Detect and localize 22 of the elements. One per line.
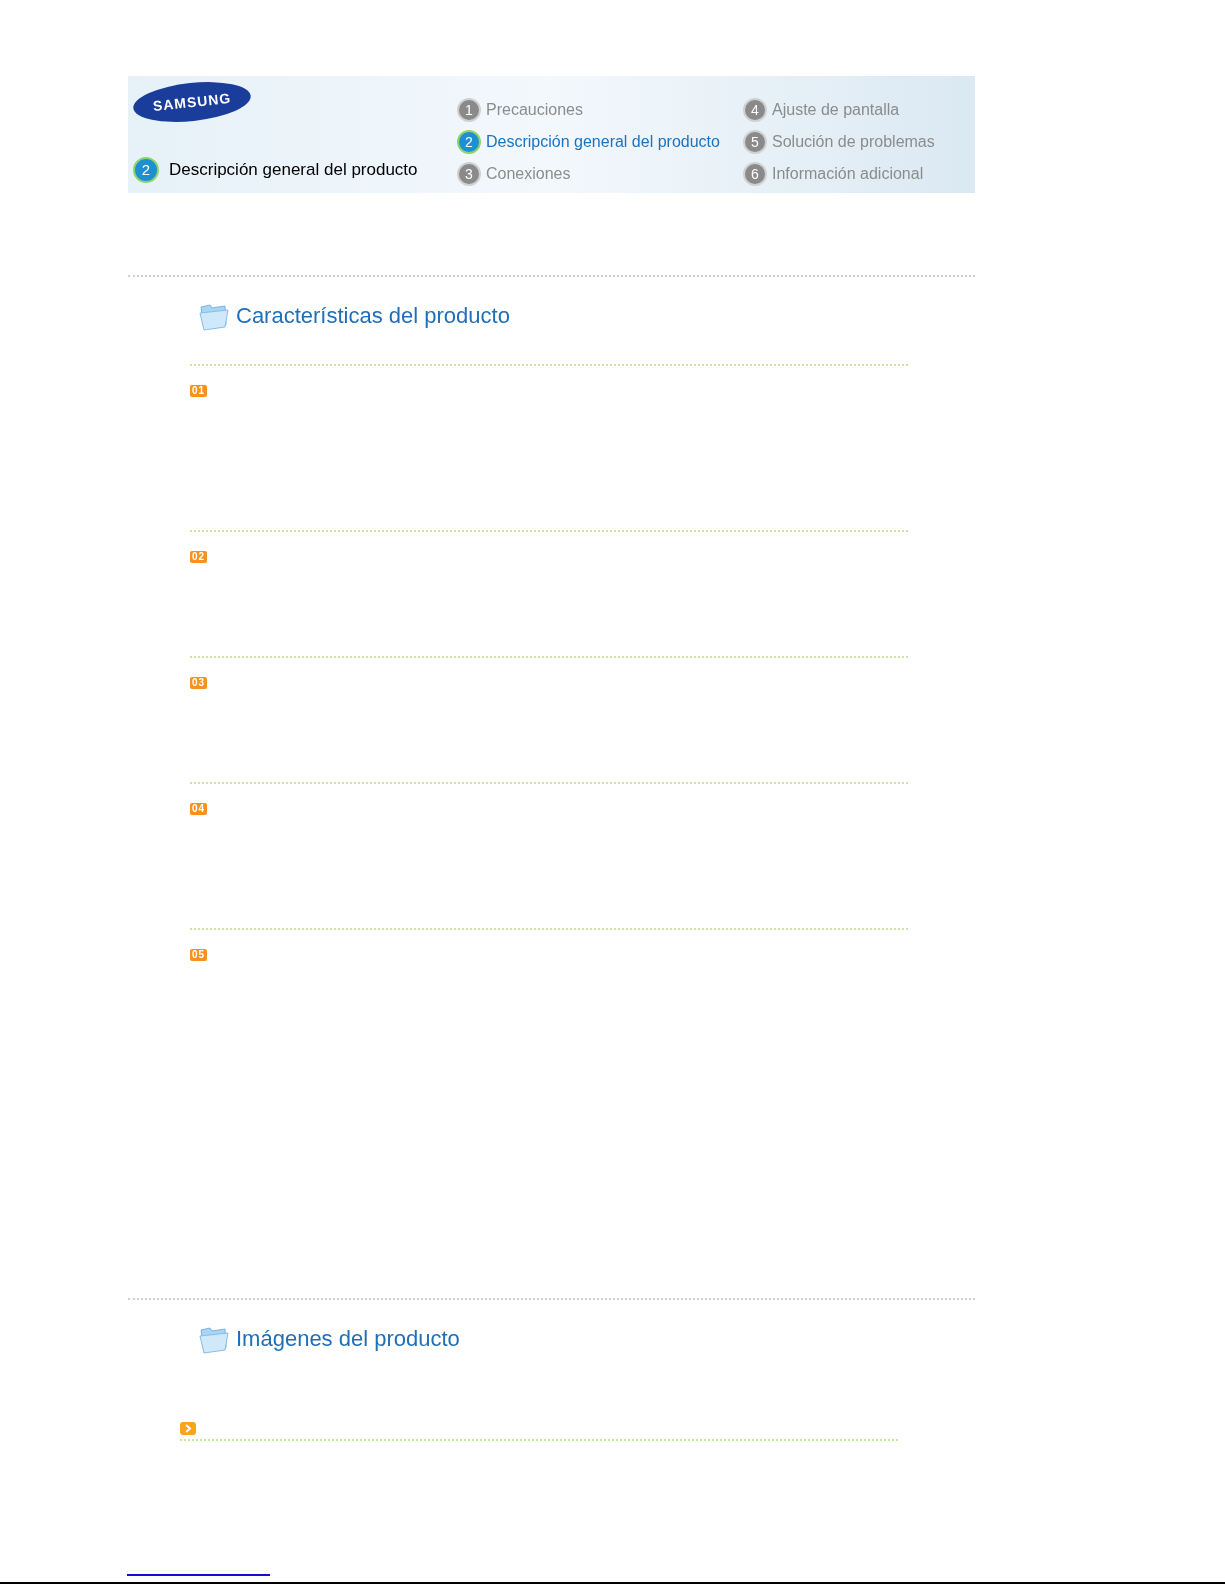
number-icon: 3 xyxy=(457,162,481,186)
menu-link[interactable]: 5 Solución de problemas xyxy=(743,130,935,154)
number-icon: 1 xyxy=(457,98,481,122)
number-badge: 04 xyxy=(190,803,208,815)
section-heading: Imágenes del producto xyxy=(236,1325,460,1353)
chevron-icon xyxy=(180,1422,196,1435)
number-icon: 2 xyxy=(133,157,159,183)
menu-link[interactable]: 2 Descripción general del producto xyxy=(457,130,743,154)
menu-link[interactable]: 3 Conexiones xyxy=(457,162,743,186)
number-icon: 2 xyxy=(457,130,481,154)
number-icon: 5 xyxy=(743,130,767,154)
number-icon: 4 xyxy=(743,98,767,122)
section-title: Descripción general del producto xyxy=(169,159,418,182)
number-badge: 03 xyxy=(190,677,208,689)
menu-link[interactable]: 4 Ajuste de pantalla xyxy=(743,98,935,122)
number-icon: 6 xyxy=(743,162,767,186)
number-badge: 02 xyxy=(190,551,208,563)
number-badge: 01 xyxy=(190,385,208,397)
number-badge: 05 xyxy=(190,949,208,961)
section-heading: Características del producto xyxy=(236,302,510,330)
menu-link[interactable]: 6 Información adicional xyxy=(743,162,935,186)
menu-link[interactable]: 1 Precauciones xyxy=(457,98,743,122)
